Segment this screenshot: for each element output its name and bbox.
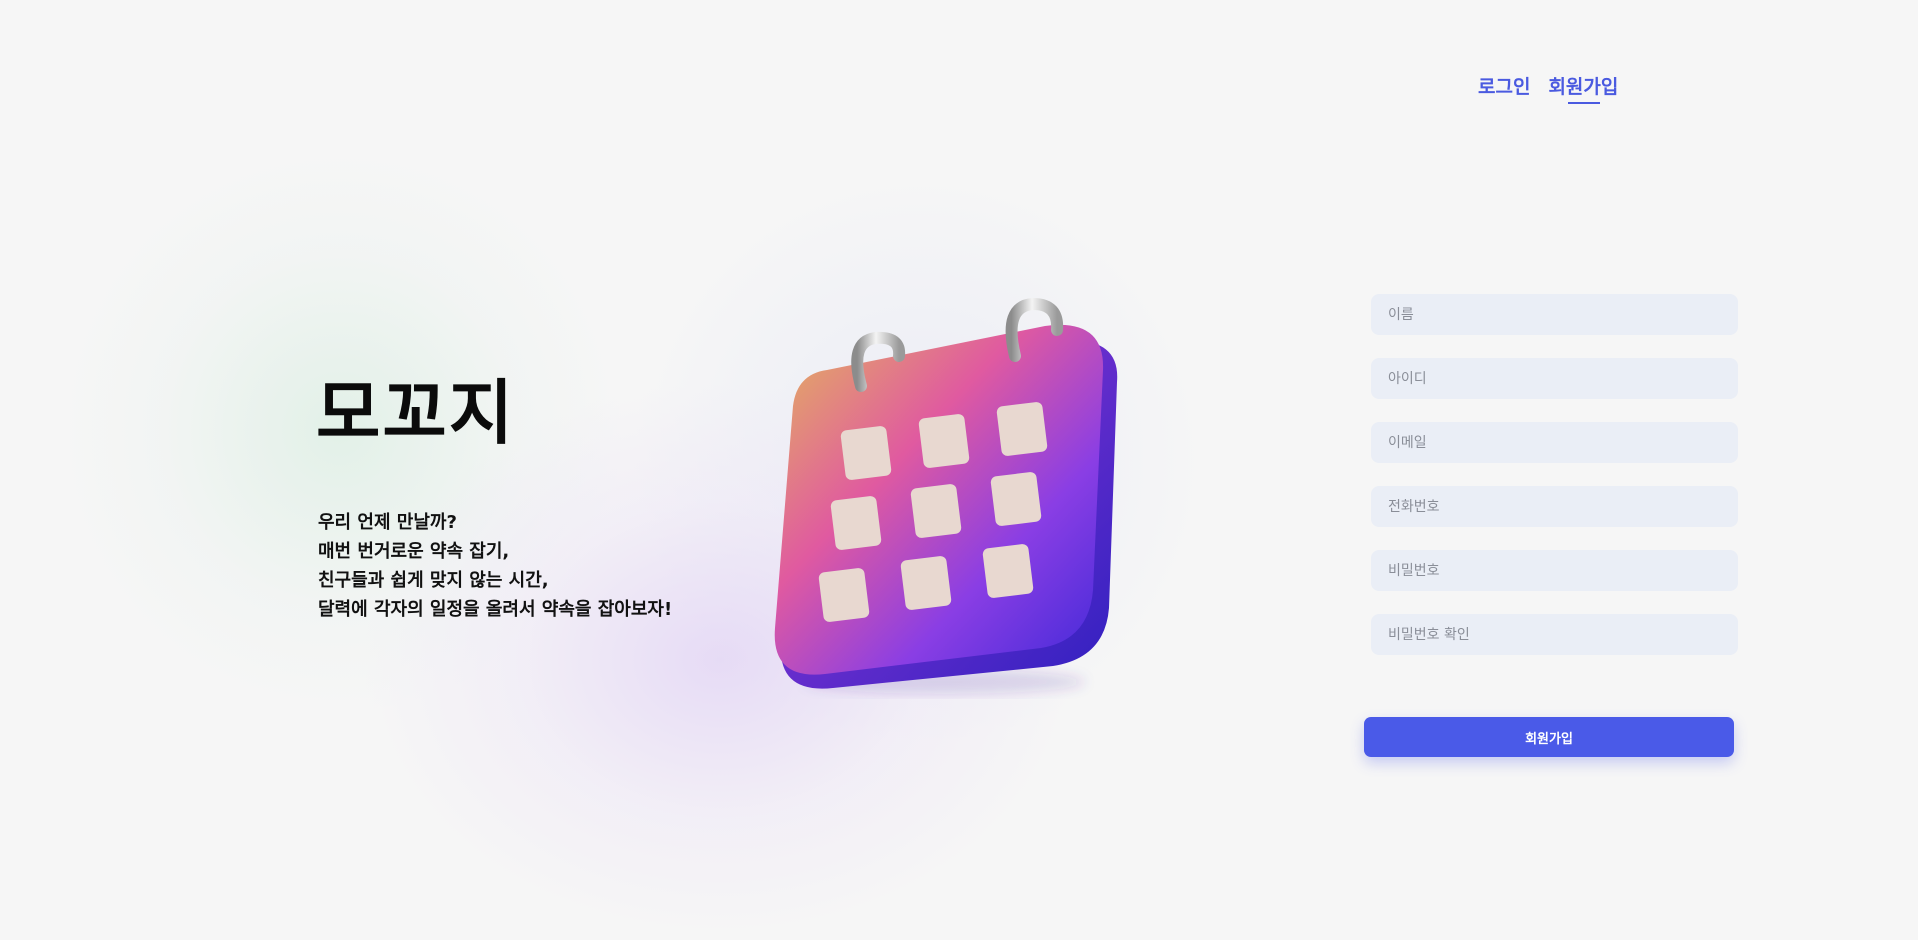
phone-input[interactable]	[1386, 497, 1723, 516]
password-confirm-field-wrapper	[1371, 614, 1738, 655]
name-input[interactable]	[1386, 305, 1723, 324]
name-field-wrapper	[1371, 294, 1738, 335]
tagline: 우리 언제 만날까? 매번 번거로운 약속 잡기, 친구들과 쉽게 맞지 않는 …	[318, 508, 672, 624]
calendar-grid	[818, 402, 1048, 622]
tagline-line: 친구들과 쉽게 맞지 않는 시간,	[318, 570, 549, 591]
userid-input[interactable]	[1386, 369, 1723, 388]
password-input[interactable]	[1386, 561, 1723, 580]
signup-form	[1371, 294, 1738, 678]
calendar-3d-icon	[774, 297, 1118, 694]
top-nav: 로그인 회원가입	[1478, 72, 1618, 104]
login-link[interactable]: 로그인	[1478, 72, 1530, 99]
signup-submit-button[interactable]: 회원가입	[1364, 717, 1734, 757]
password-field-wrapper	[1371, 550, 1738, 591]
userid-field-wrapper	[1371, 358, 1738, 399]
tagline-line: 우리 언제 만날까?	[318, 512, 457, 533]
tagline-line: 달력에 각자의 일정을 올려서 약속을 잡아보자!	[318, 599, 673, 620]
email-field-wrapper	[1371, 422, 1738, 463]
tagline-line: 매번 번거로운 약속 잡기,	[318, 541, 510, 562]
password-confirm-input[interactable]	[1386, 625, 1723, 644]
brand-title: 모꼬지	[316, 372, 516, 454]
email-input[interactable]	[1386, 433, 1723, 452]
phone-field-wrapper	[1371, 486, 1738, 527]
signup-link[interactable]: 회원가입	[1548, 72, 1618, 104]
